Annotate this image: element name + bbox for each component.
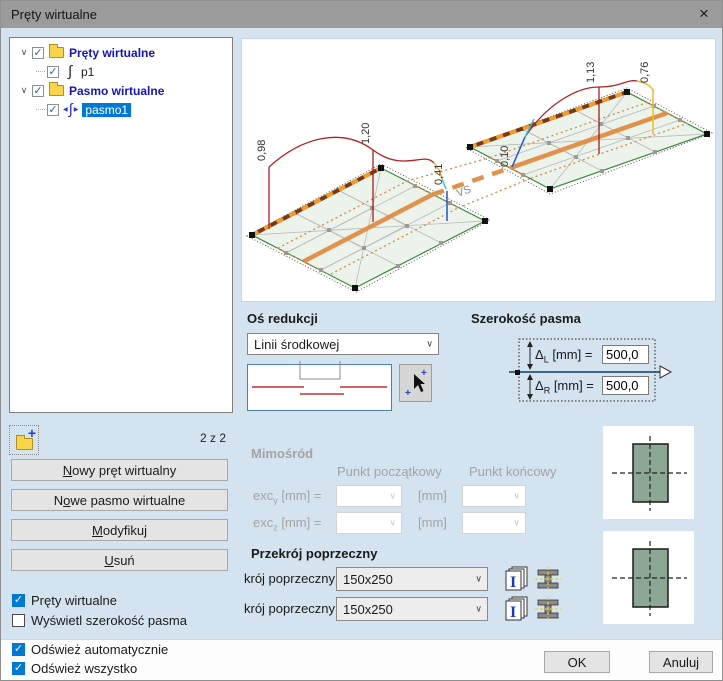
checkbox-checked-icon[interactable]: ✓: [12, 643, 25, 656]
tree-item-label: pasmo1: [82, 103, 131, 117]
tree-checkbox[interactable]: ✓: [32, 47, 44, 59]
unit-label: [mm]: [418, 488, 447, 503]
chevron-down-icon: ∨: [389, 517, 396, 528]
section-select-2[interactable]: 150x250 ∨: [336, 597, 488, 621]
checkbox-checked-icon[interactable]: ✓: [12, 594, 25, 607]
tree-checkbox[interactable]: ✓: [47, 104, 59, 116]
exc-z-label: excz [mm] =: [253, 515, 321, 533]
right-slab: 0,10 1,13 0,76: [466, 62, 712, 194]
tree-item-pasmo1[interactable]: ✓ ◀∫▶ pasmo1: [36, 100, 232, 119]
steel-section-icon[interactable]: [535, 597, 561, 621]
exc-z-start-select: ∨: [336, 512, 402, 534]
model-view[interactable]: 0,98 1,20 0,41 VS: [241, 38, 716, 302]
value-label: 1,13: [585, 62, 597, 83]
delta-left-input[interactable]: [602, 345, 649, 364]
value-label: 1,20: [360, 123, 372, 144]
section-preview-2: [603, 531, 694, 624]
svg-text:+: +: [421, 368, 427, 379]
left-slab: 0,98 1,20 0,41: [247, 123, 490, 292]
item-counter: 2 z 2: [171, 431, 226, 445]
unit-label: [mm]: [418, 515, 447, 530]
section-labels-icon[interactable]: I: [503, 595, 531, 623]
chevron-down-icon: ∨: [513, 490, 520, 501]
close-icon[interactable]: ×: [688, 1, 720, 27]
reduction-axis-diagram: [247, 364, 392, 411]
tree-item-prety-wirtualne[interactable]: ∨ ✓ Pręty wirtualne: [10, 43, 232, 62]
delta-right-input[interactable]: [602, 376, 649, 395]
refresh-auto-checkbox[interactable]: ✓ Odśwież automatycznie: [12, 642, 168, 657]
eccentricity-heading: Mimośród: [251, 446, 313, 461]
delta-right-label: ΔR [mm] =: [535, 378, 594, 396]
reduction-axis-select[interactable]: Linii środkowej ∨: [247, 333, 439, 355]
exc-y-start-select: ∨: [336, 485, 402, 507]
window-title: Pręty wirtualne: [1, 7, 97, 22]
virtual-strip-icon: ◀∫▶: [63, 101, 78, 118]
checkbox-checked-icon[interactable]: ✓: [12, 662, 25, 675]
tree-checkbox[interactable]: ✓: [32, 85, 44, 97]
virtual-objects-tree: ∨ ✓ Pręty wirtualne ✓ ∫ p1 ∨ ✓ Pasmo wir…: [9, 37, 233, 413]
modify-button[interactable]: Modyfikuj: [11, 519, 228, 541]
exc-y-label: excy [mm] =: [253, 488, 321, 506]
value-label: 0,76: [639, 62, 651, 83]
plus-icon: +: [28, 425, 36, 441]
section-label-2: krój poprzeczny: [244, 601, 335, 616]
model-view-canvas: 0,98 1,20 0,41 VS: [242, 39, 715, 301]
chevron-down-icon: ∨: [389, 490, 396, 501]
new-virtual-bar-button[interactable]: Nowy pręt wirtualny: [11, 459, 228, 481]
exc-y-end-select: ∨: [462, 485, 526, 507]
new-folder-button[interactable]: +: [9, 425, 39, 455]
exc-z-end-select: ∨: [462, 512, 526, 534]
tree-item-pasmo-wirtualne[interactable]: ∨ ✓ Pasmo wirtualne: [10, 81, 232, 100]
delete-button[interactable]: Usuń: [11, 549, 228, 571]
show-strip-width-checkbox[interactable]: ✓ Wyświetl szerokość pasma: [12, 613, 187, 628]
cross-section-heading: Przekrój poprzeczny: [251, 546, 377, 561]
tree-item-label: Pręty wirtualne: [69, 46, 155, 60]
value-label: 0,41: [433, 164, 445, 185]
chevron-down-icon: ∨: [475, 573, 482, 584]
checkbox-unchecked-icon[interactable]: ✓: [12, 614, 25, 627]
strip-width-heading: Szerokość pasma: [471, 311, 581, 326]
chevron-down-icon: ∨: [475, 603, 482, 614]
chevron-down-icon: ∨: [513, 517, 520, 528]
show-virtual-bars-checkbox[interactable]: ✓ Pręty wirtualne: [12, 593, 117, 608]
tree-item-label: Pasmo wirtualne: [69, 84, 164, 98]
chevron-down-icon[interactable]: ∨: [16, 47, 32, 58]
cursor-pick-icon: + +: [400, 365, 431, 401]
folder-icon: [49, 47, 64, 58]
start-point-label: Punkt początkowy: [337, 464, 442, 479]
svg-text:I: I: [510, 574, 516, 591]
section-labels-icon[interactable]: I: [503, 565, 531, 593]
section-select-1[interactable]: 150x250 ∨: [336, 567, 488, 591]
svg-text:+: +: [405, 388, 411, 399]
section-preview-1: [603, 426, 694, 519]
ok-button[interactable]: OK: [544, 651, 610, 673]
virtual-bar-icon: ∫: [63, 63, 77, 80]
reduction-axis-heading: Oś redukcji: [247, 311, 318, 326]
title-bar: Pręty wirtualne ×: [1, 1, 723, 28]
tree-item-p1[interactable]: ✓ ∫ p1: [36, 62, 232, 81]
chevron-down-icon[interactable]: ∨: [16, 85, 32, 96]
folder-icon: [49, 85, 64, 96]
new-virtual-strip-button[interactable]: Nowe pasmo wirtualne: [11, 489, 228, 511]
pick-axis-button[interactable]: + +: [399, 364, 432, 402]
svg-text:I: I: [510, 604, 516, 621]
value-label: 0,10: [499, 146, 511, 167]
steel-section-icon[interactable]: [535, 567, 561, 591]
section-label-1: krój poprzeczny: [244, 571, 335, 586]
delta-left-label: ΔL [mm] =: [535, 347, 592, 365]
tree-item-label: p1: [81, 65, 94, 79]
value-label: 0,98: [256, 140, 268, 161]
refresh-all-checkbox[interactable]: ✓ Odśwież wszystko: [12, 661, 137, 676]
end-point-label: Punkt końcowy: [469, 464, 556, 479]
dialog-prety-wirtualne: Pręty wirtualne × ∨ ✓ Pręty wirtualne ✓ …: [0, 0, 723, 681]
cancel-button[interactable]: Anuluj: [649, 651, 713, 673]
tree-checkbox[interactable]: ✓: [47, 66, 59, 78]
chevron-down-icon: ∨: [426, 338, 433, 349]
